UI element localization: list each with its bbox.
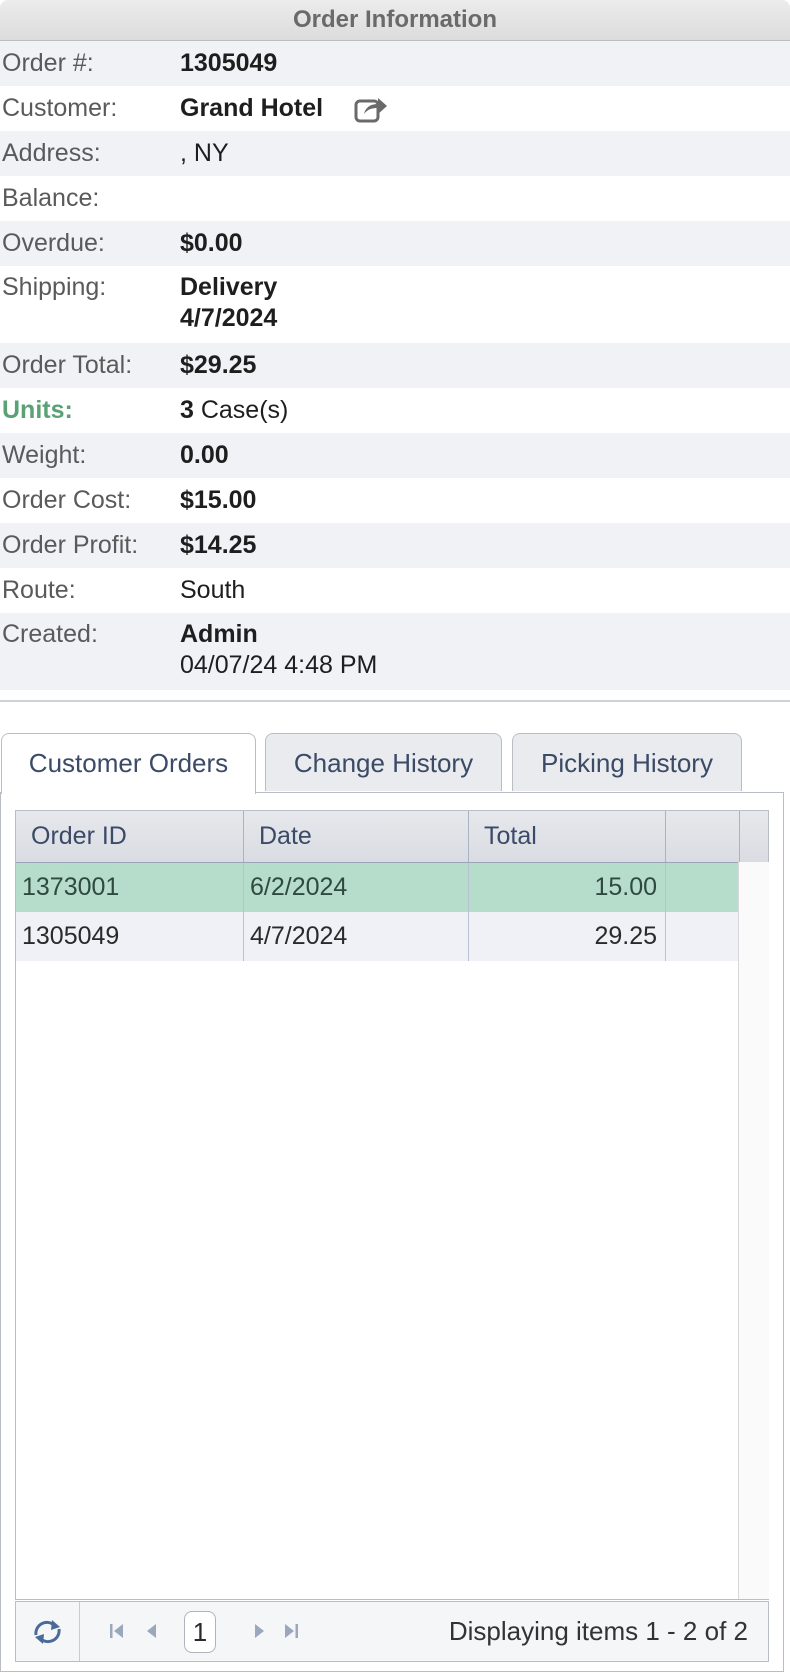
address-label: Address: bbox=[2, 139, 101, 167]
shipping-cell: Delivery 4/7/2024 bbox=[180, 272, 790, 343]
shipping-date: 4/7/2024 bbox=[180, 304, 278, 332]
cell-total: 29.25 bbox=[469, 912, 666, 961]
created-cell: Admin 04/07/24 4:48 PM bbox=[180, 619, 790, 690]
table-row[interactable]: 1305049 4/7/2024 29.25 bbox=[16, 912, 738, 961]
cell-extra bbox=[666, 912, 738, 961]
column-extra[interactable] bbox=[666, 811, 740, 862]
order-total-label: Order Total: bbox=[2, 351, 133, 379]
cell-total: 15.00 bbox=[469, 863, 666, 912]
pager-status: Displaying items 1 - 2 of 2 bbox=[448, 1616, 748, 1646]
order-profit-row: Order Profit: $14.25 bbox=[0, 523, 790, 568]
order-cost-value: $15.00 bbox=[180, 486, 257, 514]
order-number-label: Order #: bbox=[2, 49, 94, 77]
cell-order-id: 1305049 bbox=[16, 912, 244, 961]
next-page-icon[interactable] bbox=[248, 1620, 270, 1642]
panel-divider bbox=[0, 700, 790, 702]
page-number-input[interactable]: 1 bbox=[184, 1611, 216, 1653]
overdue-value: $0.00 bbox=[180, 229, 243, 257]
column-order-id[interactable]: Order ID bbox=[16, 811, 244, 862]
refresh-button[interactable] bbox=[16, 1602, 80, 1661]
table-row[interactable]: 1373001 6/2/2024 15.00 bbox=[16, 863, 738, 912]
address-value: , NY bbox=[180, 139, 229, 167]
balance-row: Balance: bbox=[0, 176, 790, 221]
last-page-icon[interactable] bbox=[280, 1620, 302, 1642]
column-total[interactable]: Total bbox=[469, 811, 666, 862]
first-page-icon[interactable] bbox=[106, 1620, 128, 1642]
weight-row: Weight: 0.00 bbox=[0, 433, 790, 478]
orders-grid: Order ID Date Total 1373001 6/2/2024 15.… bbox=[15, 810, 769, 1600]
units-unit: Case(s) bbox=[193, 396, 289, 424]
weight-value: 0.00 bbox=[180, 441, 229, 469]
balance-value bbox=[180, 176, 790, 221]
address-row: Address: , NY bbox=[0, 131, 790, 176]
order-profit-value: $14.25 bbox=[180, 531, 257, 559]
customer-label: Customer: bbox=[2, 94, 118, 122]
order-number-row: Order #: 1305049 bbox=[0, 41, 790, 86]
created-row: Created: Admin 04/07/24 4:48 PM bbox=[0, 613, 790, 690]
shipping-label: Shipping: bbox=[2, 273, 107, 301]
cell-order-id: 1373001 bbox=[16, 863, 244, 912]
cell-date: 4/7/2024 bbox=[244, 912, 469, 961]
customer-value: Grand Hotel bbox=[180, 94, 324, 122]
units-row: Units: 3 Case(s) bbox=[0, 388, 790, 433]
cell-extra bbox=[666, 863, 738, 912]
cell-date: 6/2/2024 bbox=[244, 863, 469, 912]
overdue-label: Overdue: bbox=[2, 229, 105, 257]
order-number-value: 1305049 bbox=[180, 49, 278, 77]
panel-title: Order Information bbox=[0, 0, 790, 41]
balance-label: Balance: bbox=[2, 184, 100, 212]
order-total-row: Order Total: $29.25 bbox=[0, 343, 790, 388]
column-date[interactable]: Date bbox=[244, 811, 469, 862]
grid-scrollbar[interactable] bbox=[738, 862, 769, 1599]
shipping-row: Shipping: Delivery 4/7/2024 bbox=[0, 266, 790, 343]
tab-customer-orders[interactable]: Customer Orders bbox=[1, 733, 256, 794]
order-total-value: $29.25 bbox=[180, 351, 257, 379]
overdue-row: Overdue: $0.00 bbox=[0, 221, 790, 266]
order-cost-row: Order Cost: $15.00 bbox=[0, 478, 790, 523]
grid-header: Order ID Date Total bbox=[16, 811, 768, 863]
share-icon[interactable] bbox=[354, 94, 388, 124]
grid-pager: 1 Displaying items 1 - 2 of 2 bbox=[15, 1601, 769, 1662]
route-row: Route: South bbox=[0, 568, 790, 613]
created-at: 04/07/24 4:48 PM bbox=[180, 651, 378, 679]
route-link[interactable]: South bbox=[180, 568, 790, 613]
units-count: 3 bbox=[180, 396, 194, 424]
tab-picking-history[interactable]: Picking History bbox=[512, 733, 742, 791]
order-info-panel: Order Information Order #: 1305049 Custo… bbox=[0, 0, 790, 690]
tab-change-history[interactable]: Change History bbox=[265, 733, 502, 791]
created-by: Admin bbox=[180, 620, 258, 648]
route-label: Route: bbox=[2, 576, 76, 604]
customer-cell: Grand Hotel bbox=[180, 86, 790, 131]
shipping-method: Delivery bbox=[180, 273, 278, 301]
weight-label: Weight: bbox=[2, 441, 87, 469]
refresh-icon bbox=[34, 1620, 61, 1644]
created-label: Created: bbox=[2, 620, 98, 648]
order-cost-label: Order Cost: bbox=[2, 486, 132, 514]
customer-row: Customer: Grand Hotel bbox=[0, 86, 790, 131]
tab-bar: Customer Orders Change History Picking H… bbox=[0, 733, 790, 794]
order-profit-label: Order Profit: bbox=[2, 531, 139, 559]
prev-page-icon[interactable] bbox=[141, 1620, 163, 1642]
units-label: Units: bbox=[2, 396, 73, 424]
units-cell: 3 Case(s) bbox=[180, 388, 790, 433]
